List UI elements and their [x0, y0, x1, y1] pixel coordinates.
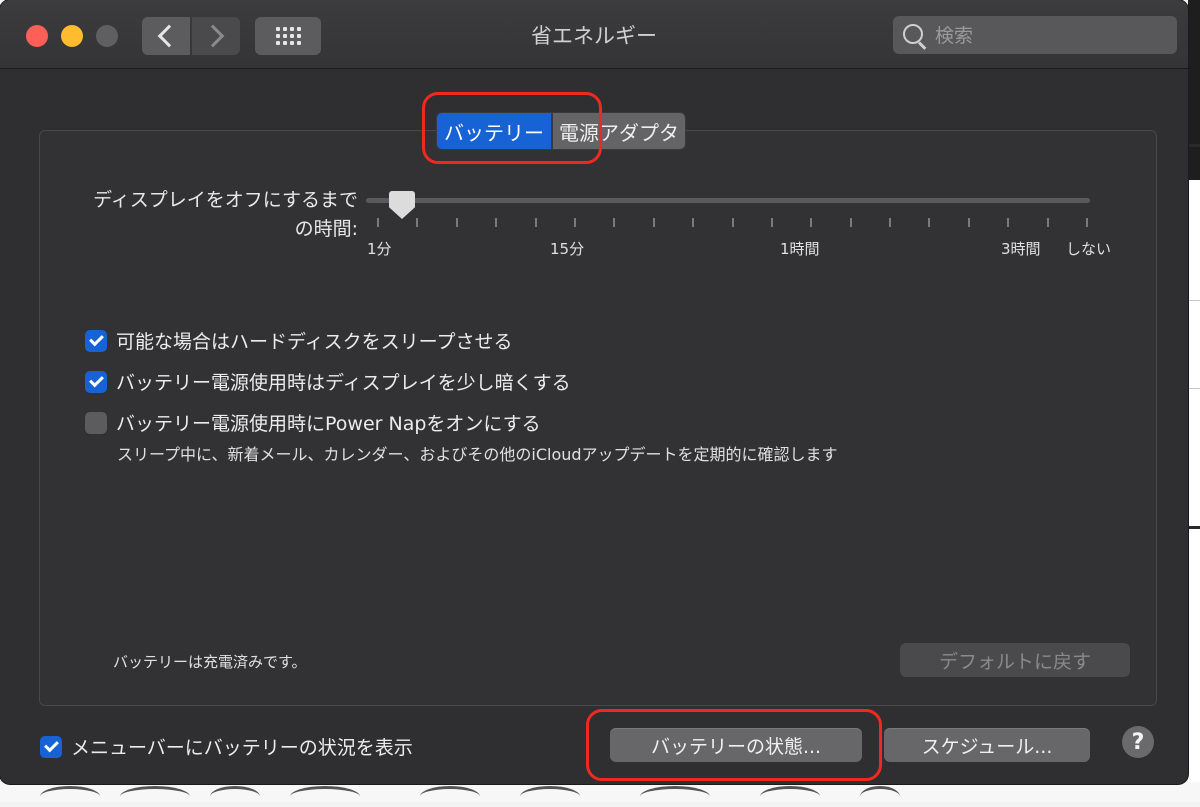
checkbox-dim-display[interactable] — [85, 370, 107, 393]
option-hard-disk-sleep[interactable]: 可能な場合はハードディスクをスリープさせる — [85, 327, 513, 354]
tick-label-1min: 1分 — [367, 240, 392, 258]
slider-tick — [968, 218, 970, 227]
background-glyph — [860, 786, 900, 807]
slider-tick — [653, 218, 655, 227]
background-page-bottom — [0, 782, 1200, 802]
slider-tick — [1086, 218, 1088, 227]
display-sleep-slider-track[interactable] — [366, 198, 1090, 203]
background-mark — [1188, 526, 1200, 529]
search-field[interactable] — [893, 16, 1177, 56]
display-sleep-label-line2: の時間: — [294, 218, 358, 240]
background-glyph — [640, 786, 710, 807]
tick-label-15min: 15分 — [550, 240, 585, 258]
search-icon — [903, 24, 923, 44]
option-label: バッテリー電源使用時はディスプレイを少し暗くする — [116, 372, 571, 394]
slider-tick — [613, 218, 615, 227]
option-power-nap[interactable]: バッテリー電源使用時にPower Napをオンにする — [85, 409, 541, 436]
battery-status-button[interactable]: バッテリーの状態... — [610, 728, 862, 762]
tick-label-1hour: 1時間 — [780, 240, 820, 258]
checkmark-icon — [43, 737, 59, 753]
schedule-button[interactable]: スケジュール... — [884, 728, 1090, 762]
checkbox-power-nap[interactable] — [85, 411, 107, 434]
background-glyph — [210, 786, 260, 807]
tick-label-3hours: 3時間 — [1001, 240, 1041, 258]
slider-tick — [1007, 218, 1009, 227]
slider-tick — [416, 218, 418, 227]
option-label: メニューバーにバッテリーの状況を表示 — [71, 737, 413, 759]
slider-tick — [889, 218, 891, 227]
slider-tick — [771, 218, 773, 227]
option-label: バッテリー電源使用時にPower Napをオンにする — [116, 413, 541, 435]
option-dim-display[interactable]: バッテリー電源使用時はディスプレイを少し暗くする — [85, 368, 571, 395]
display-sleep-label: ディスプレイをオフにするまで の時間: — [56, 186, 358, 244]
display-sleep-label-line1: ディスプレイをオフにするまで — [93, 189, 358, 211]
background-divider — [1188, 300, 1200, 301]
background-mark — [1188, 144, 1200, 147]
background-glyph — [760, 786, 820, 807]
slider-tick — [692, 218, 694, 227]
checkbox-hard-disk-sleep[interactable] — [85, 329, 107, 352]
background-glyph — [40, 786, 100, 807]
slider-tick — [1047, 218, 1049, 227]
background-glyph — [290, 786, 360, 807]
slider-tick — [810, 218, 812, 227]
restore-defaults-button[interactable]: デフォルトに戻す — [900, 643, 1130, 677]
slider-tick — [535, 218, 537, 227]
title-bar: 省エネルギー — [0, 0, 1188, 69]
checkmark-icon — [88, 372, 104, 388]
background-glyph — [420, 786, 480, 807]
checkbox-show-in-menubar[interactable] — [40, 735, 62, 758]
slider-tick — [850, 218, 852, 227]
background-glyph — [120, 786, 190, 807]
tab-bar: バッテリー 電源アダプタ — [436, 112, 686, 150]
battery-status-text: バッテリーは充電済みです。 — [113, 653, 307, 671]
tick-label-never: しない — [1066, 240, 1112, 258]
background-divider — [1188, 388, 1200, 389]
slider-tick — [495, 218, 497, 227]
checkmark-icon — [88, 331, 104, 347]
tab-power-adapter[interactable]: 電源アダプタ — [552, 112, 686, 150]
slider-tick — [928, 218, 930, 227]
power-nap-description: スリープ中に、新着メール、カレンダー、およびその他のiCloudアップデートを定… — [117, 445, 838, 464]
search-input[interactable] — [933, 16, 1173, 56]
background-page-strip — [1188, 0, 1200, 802]
option-label: 可能な場合はハードディスクをスリープさせる — [116, 331, 513, 353]
help-button[interactable]: ? — [1122, 726, 1154, 758]
slider-tick — [377, 218, 379, 227]
slider-tick — [456, 218, 458, 227]
preferences-window: 省エネルギー バッテリー 電源アダプタ ディスプレイをオフにするまで の時間: … — [0, 0, 1188, 784]
background-glyph — [520, 786, 580, 807]
slider-tick — [732, 218, 734, 227]
option-show-in-menubar[interactable]: メニューバーにバッテリーの状況を表示 — [40, 733, 413, 760]
background-dark-area — [1188, 0, 1200, 180]
slider-tick — [574, 218, 576, 227]
tab-battery[interactable]: バッテリー — [436, 112, 552, 150]
